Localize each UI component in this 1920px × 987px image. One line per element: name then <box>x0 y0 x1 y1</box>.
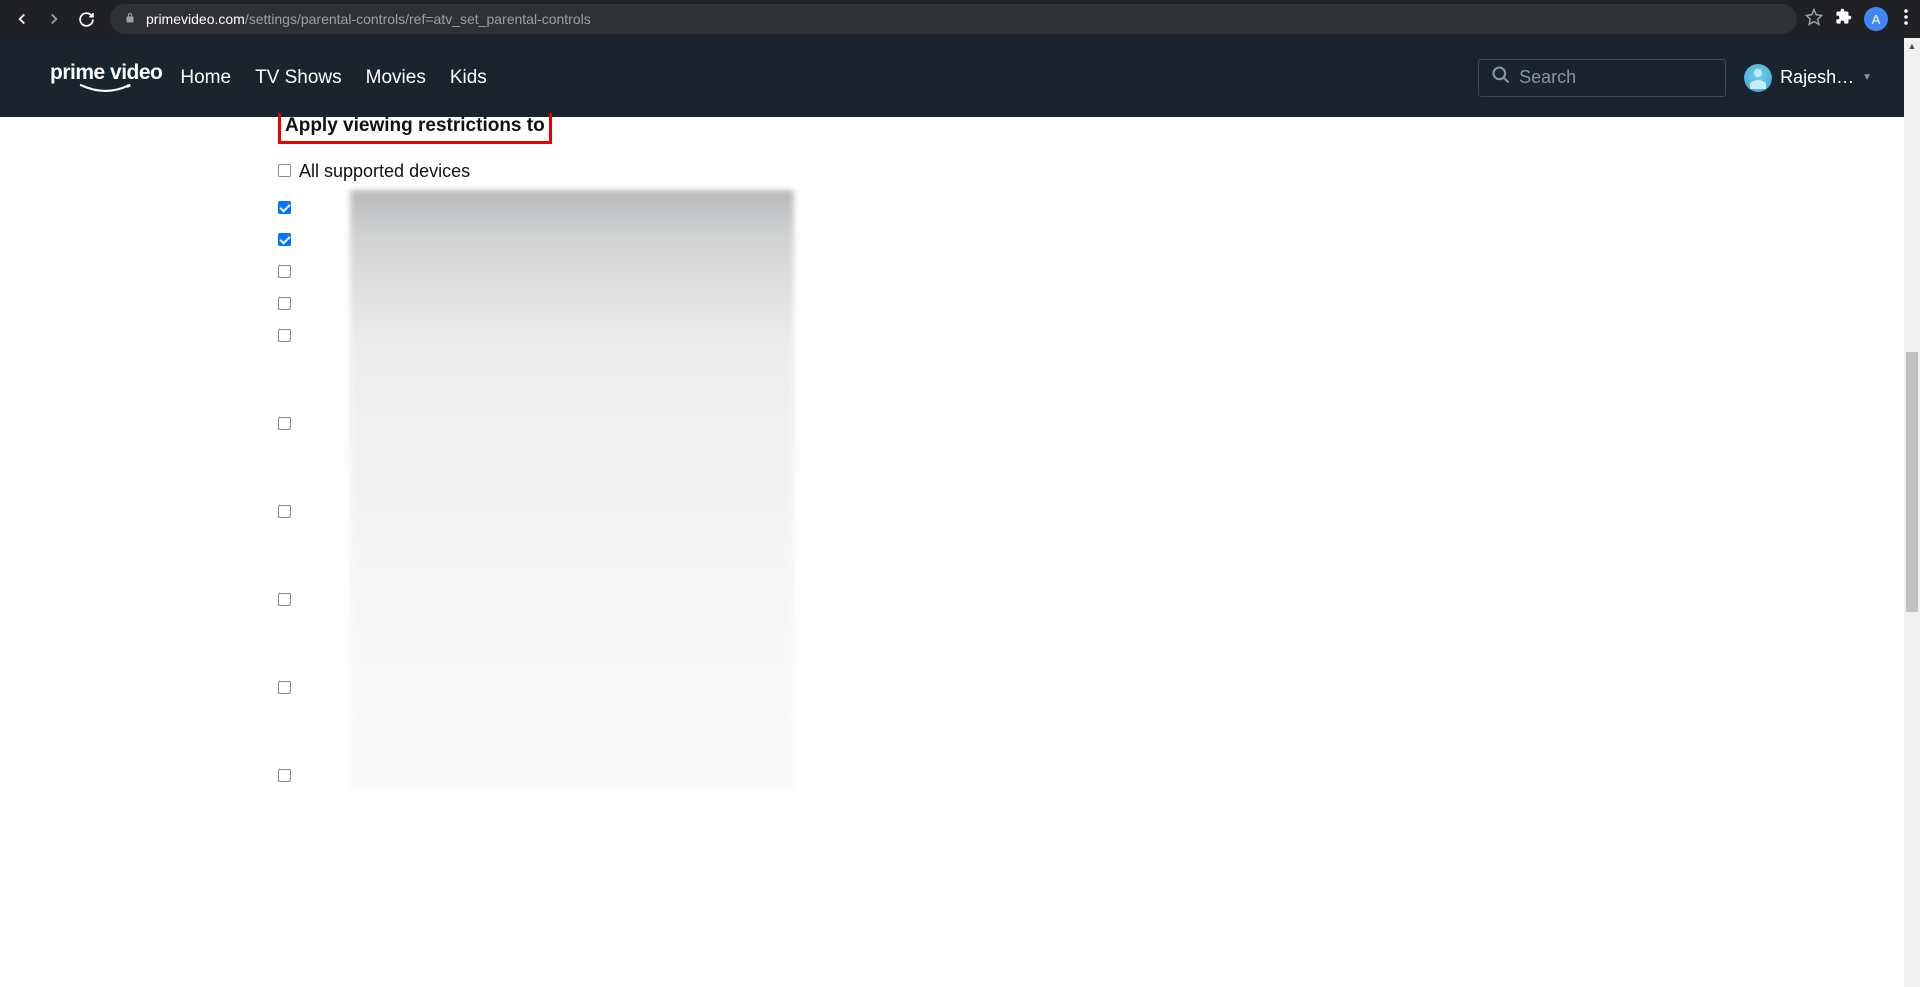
scrollbar[interactable]: ▲ <box>1904 38 1920 987</box>
device-checkbox[interactable] <box>278 201 291 214</box>
search-icon <box>1491 65 1511 90</box>
logo-text: prime video <box>50 61 162 85</box>
site-header: prime video Home TV Shows Movies Kids Se… <box>0 38 1920 117</box>
chevron-down-icon: ▼ <box>1862 72 1872 83</box>
device-checkbox[interactable] <box>278 593 291 606</box>
device-checkbox[interactable] <box>278 329 291 342</box>
search-input[interactable]: Search <box>1478 59 1726 97</box>
section-heading: Apply viewing restrictions to <box>278 113 552 144</box>
nav-home[interactable]: Home <box>180 67 231 89</box>
content-panel: Apply viewing restrictions to All suppor… <box>256 117 1664 987</box>
chrome-actions: A <box>1805 7 1912 31</box>
url-text: primevideo.com/settings/parental-control… <box>146 11 591 27</box>
device-checkbox[interactable] <box>278 233 291 246</box>
device-checkbox[interactable] <box>278 417 291 430</box>
primevideo-logo[interactable]: prime video <box>50 61 162 95</box>
scroll-thumb[interactable] <box>1906 352 1918 612</box>
main-nav: Home TV Shows Movies Kids <box>180 67 486 89</box>
device-row: All supported devices <box>278 160 1642 182</box>
search-placeholder: Search <box>1519 67 1576 88</box>
device-checkbox[interactable] <box>278 505 291 518</box>
nav-kids[interactable]: Kids <box>450 67 487 89</box>
amazon-swoosh-icon <box>77 83 135 95</box>
device-checkbox[interactable] <box>278 297 291 310</box>
device-checkbox[interactable] <box>278 164 291 177</box>
user-menu[interactable]: Rajesh… ▼ <box>1744 64 1872 92</box>
chrome-menu-icon[interactable] <box>1904 9 1908 30</box>
device-checkbox[interactable] <box>278 265 291 278</box>
profile-avatar[interactable]: A <box>1864 7 1888 31</box>
lock-icon <box>124 12 136 27</box>
bookmark-icon[interactable] <box>1805 8 1823 31</box>
device-checkbox[interactable] <box>278 681 291 694</box>
nav-tvshows[interactable]: TV Shows <box>255 67 342 89</box>
device-label: All supported devices <box>299 160 470 182</box>
reload-button[interactable] <box>72 5 100 33</box>
browser-toolbar: primevideo.com/settings/parental-control… <box>0 0 1920 38</box>
username-label: Rajesh… <box>1780 67 1854 88</box>
device-checkbox[interactable] <box>278 769 291 782</box>
avatar-letter: A <box>1872 12 1881 27</box>
nav-controls <box>8 5 100 33</box>
content-wrap: Apply viewing restrictions to All suppor… <box>0 117 1920 987</box>
nav-movies[interactable]: Movies <box>366 67 426 89</box>
user-avatar-icon <box>1744 64 1772 92</box>
forward-button[interactable] <box>40 5 68 33</box>
scroll-up-icon[interactable]: ▲ <box>1904 38 1920 54</box>
address-bar[interactable]: primevideo.com/settings/parental-control… <box>110 4 1797 34</box>
back-button[interactable] <box>8 5 36 33</box>
redacted-overlay <box>350 190 794 790</box>
extensions-icon[interactable] <box>1835 8 1852 30</box>
page-viewport: prime video Home TV Shows Movies Kids Se… <box>0 38 1920 987</box>
